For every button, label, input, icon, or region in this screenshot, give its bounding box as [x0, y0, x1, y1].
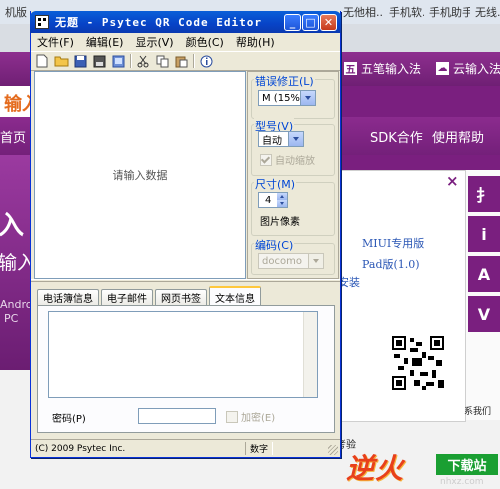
tab-phonebook[interactable]: 电话簿信息 — [37, 289, 99, 305]
browser-tab[interactable]: 手机助手... — [426, 2, 470, 22]
watermark-url: nhxz.com — [440, 477, 484, 487]
tab-strip: 电话簿信息 电子邮件 网页书签 文本信息 — [37, 286, 263, 306]
toolbar-separator — [193, 54, 195, 68]
contact-us-link[interactable]: 系我们 — [464, 404, 491, 417]
save-as-icon[interactable] — [91, 54, 107, 68]
size-unit-label: 图片像素 — [260, 217, 300, 228]
browser-tab[interactable]: 无线... — [472, 2, 500, 22]
site-link-cloud[interactable]: ☁ 云输入法 — [436, 60, 500, 77]
spin-up-icon[interactable] — [277, 193, 287, 200]
password-label: 密码(P) — [52, 414, 86, 425]
paste-icon[interactable] — [173, 54, 189, 68]
side-button[interactable]: i — [468, 216, 500, 252]
browser-tab[interactable]: 无他相... — [340, 2, 384, 22]
size-label: 尺寸(M) — [254, 176, 297, 192]
status-copyright: (C) 2009 Psytec Inc. — [35, 443, 126, 454]
site-nav-home[interactable]: 首页 — [0, 127, 26, 146]
wubi-icon: 五 — [344, 62, 357, 76]
menu-bar: 文件(F) 编辑(E) 显示(V) 颜色(C) 帮助(H) — [31, 33, 340, 51]
data-input-area[interactable]: 请输入数据 — [34, 71, 246, 279]
watermark-logo: 逆火 — [346, 452, 405, 485]
chevron-down-icon[interactable] — [300, 91, 315, 105]
size-stepper[interactable]: 4 — [258, 192, 288, 208]
save-icon[interactable] — [72, 54, 88, 68]
settings-panel: 错误修正(L) M (15%) 型号(V) 自动 自动缩放 尺寸(M) 4 图片… — [247, 71, 339, 279]
menu-file[interactable]: 文件(F) — [31, 34, 80, 50]
app-qr-icon — [35, 15, 49, 29]
popup-close-icon[interactable]: × — [446, 172, 459, 190]
textarea-scrollbar[interactable] — [303, 312, 317, 397]
browser-tab-label: 手机助手... — [429, 6, 470, 19]
encrypt-label: 加密(E) — [241, 413, 276, 424]
error-correction-select[interactable]: M (15%) — [258, 90, 316, 106]
size-value: 4 — [265, 194, 272, 206]
browser-tab-label: 无他相... — [343, 6, 384, 19]
window-title: 无题 - Psytec QR Code Editor — [55, 16, 262, 29]
site-link-label: 云输入法 — [453, 62, 500, 76]
tab-email[interactable]: 电子邮件 — [101, 289, 153, 305]
popup-qr-code — [390, 334, 446, 392]
resize-grip-icon[interactable] — [328, 445, 338, 455]
password-input[interactable] — [138, 408, 216, 424]
site-nav-help[interactable]: 使用帮助 — [432, 127, 484, 146]
status-bar: (C) 2009 Psytec Inc. 数字 — [31, 439, 340, 457]
toolbar-separator — [130, 54, 132, 68]
menu-edit[interactable]: 编辑(E) — [80, 34, 130, 50]
model-select[interactable]: 自动 — [258, 131, 304, 147]
watermark-badge: 下载站 — [436, 454, 498, 475]
input-placeholder: 请输入数据 — [112, 169, 168, 182]
new-file-icon[interactable] — [34, 54, 50, 68]
info-icon[interactable] — [198, 54, 214, 68]
auto-zoom-checkbox[interactable]: 自动缩放 — [260, 152, 315, 167]
open-folder-icon[interactable] — [53, 54, 69, 68]
side-button[interactable]: A — [468, 256, 500, 292]
browser-tab-label: 无线... — [475, 6, 500, 19]
menu-view[interactable]: 显示(V) — [129, 34, 179, 50]
encrypt-checkbox[interactable]: 加密(E) — [226, 409, 275, 424]
chevron-down-icon[interactable] — [288, 132, 303, 146]
menu-help[interactable]: 帮助(H) — [230, 34, 281, 50]
checkbox-check-icon — [260, 153, 272, 166]
popup-link-pad[interactable]: Pad版(1.0) — [362, 256, 420, 272]
close-button[interactable]: ✕ — [320, 14, 337, 31]
popup-link-install[interactable]: 安装 — [338, 274, 360, 290]
browser-tab-label: 手机软... — [389, 6, 424, 19]
side-button[interactable]: 扌 — [468, 176, 500, 212]
model-value: 自动 — [262, 135, 282, 147]
menu-color[interactable]: 颜色(C) — [180, 34, 230, 50]
status-mode: 数字 — [245, 442, 274, 455]
tab-panel: 密码(P) 加密(E) — [37, 305, 335, 433]
chevron-down-icon[interactable] — [308, 254, 323, 268]
text-info-textarea[interactable] — [48, 311, 318, 398]
popup-link-miui[interactable]: MIUI专用版 — [362, 235, 424, 251]
spin-down-icon[interactable] — [277, 200, 287, 207]
toolbar — [31, 51, 340, 71]
tab-text-info[interactable]: 文本信息 — [209, 286, 261, 306]
export-icon[interactable] — [110, 54, 126, 68]
browser-tab[interactable]: 手机软... — [386, 2, 424, 22]
tab-bookmark[interactable]: 网页书签 — [155, 289, 207, 305]
maximize-button[interactable]: □ — [302, 14, 319, 31]
checkbox-box-icon — [226, 410, 238, 423]
encoding-label: 编码(C) — [254, 237, 295, 253]
error-correction-value: M (15%) — [262, 92, 304, 104]
site-nav-sdk[interactable]: SDK合作 — [370, 127, 423, 146]
qr-editor-window: 无题 - Psytec QR Code Editor _ □ ✕ 文件(F) 编… — [30, 11, 341, 458]
cut-icon[interactable] — [135, 54, 151, 68]
title-bar[interactable]: 无题 - Psytec QR Code Editor _ □ ✕ — [30, 11, 341, 33]
error-correction-label: 错误修正(L) — [254, 73, 315, 89]
encoding-value: docomo — [262, 255, 302, 267]
copy-icon[interactable] — [154, 54, 170, 68]
minimize-button[interactable]: _ — [284, 14, 301, 31]
site-link-label: 五笔输入法 — [361, 62, 422, 76]
hero-title: 入 — [0, 211, 25, 241]
site-link-wubi[interactable]: 五 五笔输入法 — [344, 60, 421, 77]
encoding-select[interactable]: docomo — [258, 253, 324, 269]
cloud-icon: ☁ — [436, 62, 449, 75]
auto-zoom-label: 自动缩放 — [275, 156, 315, 167]
side-button[interactable]: V — [468, 296, 500, 332]
pane-splitter[interactable] — [31, 279, 340, 282]
